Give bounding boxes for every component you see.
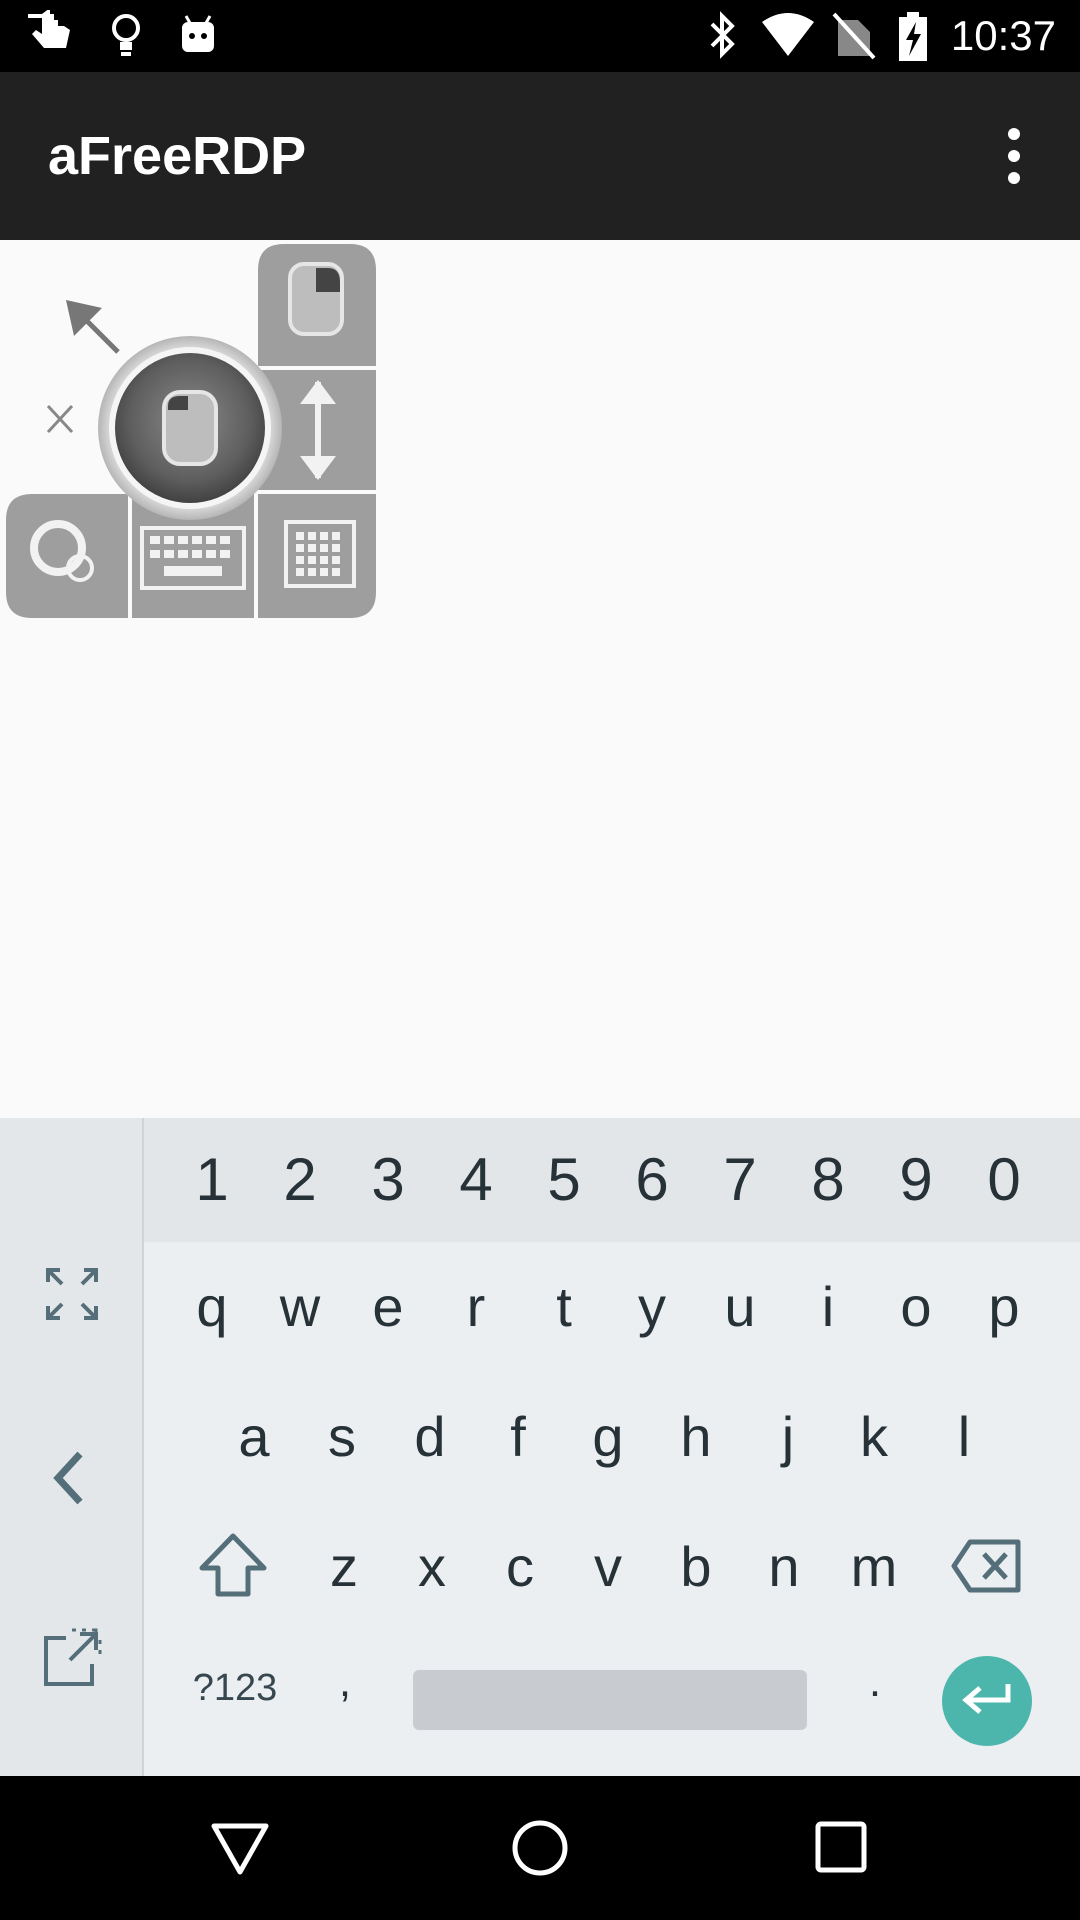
key-2[interactable]: 2 [256, 1118, 344, 1242]
key-w[interactable]: w [256, 1242, 344, 1372]
back-triangle-icon[interactable] [210, 1820, 270, 1880]
key-a[interactable]: a [210, 1372, 298, 1502]
status-bar: 10:37 [0, 0, 1080, 72]
period-key[interactable]: . [850, 1642, 900, 1722]
shift-icon[interactable] [196, 1530, 270, 1604]
zoom-icon[interactable] [6, 494, 128, 618]
key-c[interactable]: c [476, 1502, 564, 1632]
bluetooth-icon [706, 10, 740, 62]
key-t[interactable]: t [520, 1242, 608, 1372]
android-icon [178, 10, 218, 62]
key-u[interactable]: u [696, 1242, 784, 1372]
key-j[interactable]: j [744, 1372, 832, 1502]
open-external-icon[interactable] [40, 1626, 104, 1694]
key-s[interactable]: s [298, 1372, 386, 1502]
key-3[interactable]: 3 [344, 1118, 432, 1242]
key-q[interactable]: q [168, 1242, 256, 1372]
keyboard-side-panel [0, 1118, 144, 1776]
enter-key[interactable] [942, 1656, 1032, 1746]
key-0[interactable]: 0 [960, 1118, 1048, 1242]
key-m[interactable]: m [830, 1502, 918, 1632]
app-bar: aFreeRDP [0, 72, 1080, 240]
key-g[interactable]: g [564, 1372, 652, 1502]
key-l[interactable]: l [920, 1372, 1008, 1502]
key-r[interactable]: r [432, 1242, 520, 1372]
key-f[interactable]: f [474, 1372, 562, 1502]
key-p[interactable]: p [960, 1242, 1048, 1372]
touch-pointer-widget[interactable] [0, 242, 390, 632]
key-y[interactable]: y [608, 1242, 696, 1372]
home-circle-icon[interactable] [510, 1818, 570, 1882]
key-h[interactable]: h [652, 1372, 740, 1502]
key-n[interactable]: n [740, 1502, 828, 1632]
key-o[interactable]: o [872, 1242, 960, 1372]
key-4[interactable]: 4 [432, 1118, 520, 1242]
status-time: 10:37 [950, 12, 1056, 59]
fullscreen-icon[interactable] [44, 1266, 100, 1326]
soft-keyboard: 1 2 3 4 5 6 7 8 9 0 q w e r t y u i o p … [0, 1118, 1080, 1776]
space-key[interactable] [413, 1670, 807, 1730]
key-6[interactable]: 6 [608, 1118, 696, 1242]
lightbulb-icon [108, 10, 144, 62]
key-8[interactable]: 8 [784, 1118, 872, 1242]
extended-keyboard-icon[interactable] [258, 494, 376, 618]
key-b[interactable]: b [652, 1502, 740, 1632]
app-title: aFreeRDP [48, 126, 307, 186]
enter-icon [960, 1680, 1014, 1726]
more-vert-icon[interactable] [978, 120, 1050, 192]
touch-icon [28, 10, 76, 62]
key-d[interactable]: d [386, 1372, 474, 1502]
backspace-icon[interactable] [950, 1538, 1024, 1598]
move-arrow-icon [66, 300, 120, 354]
mouse-left-click-icon[interactable] [98, 336, 282, 520]
key-5[interactable]: 5 [520, 1118, 608, 1242]
key-x[interactable]: x [388, 1502, 476, 1632]
close-x-icon[interactable] [46, 404, 74, 434]
symbols-key[interactable]: ?123 [180, 1648, 290, 1728]
comma-key[interactable]: , [320, 1642, 370, 1722]
battery-charging-icon [896, 10, 930, 62]
no-sim-icon [832, 10, 876, 62]
mouse-right-click-icon[interactable] [258, 244, 376, 366]
key-9[interactable]: 9 [872, 1118, 960, 1242]
key-v[interactable]: v [564, 1502, 652, 1632]
nav-bar [0, 1776, 1080, 1920]
key-z[interactable]: z [300, 1502, 388, 1632]
key-i[interactable]: i [784, 1242, 872, 1372]
key-k[interactable]: k [830, 1372, 918, 1502]
key-1[interactable]: 1 [168, 1118, 256, 1242]
key-7[interactable]: 7 [696, 1118, 784, 1242]
back-chevron-icon[interactable] [48, 1448, 88, 1512]
recents-square-icon[interactable] [814, 1820, 868, 1878]
key-e[interactable]: e [344, 1242, 432, 1372]
wifi-icon [760, 10, 816, 62]
